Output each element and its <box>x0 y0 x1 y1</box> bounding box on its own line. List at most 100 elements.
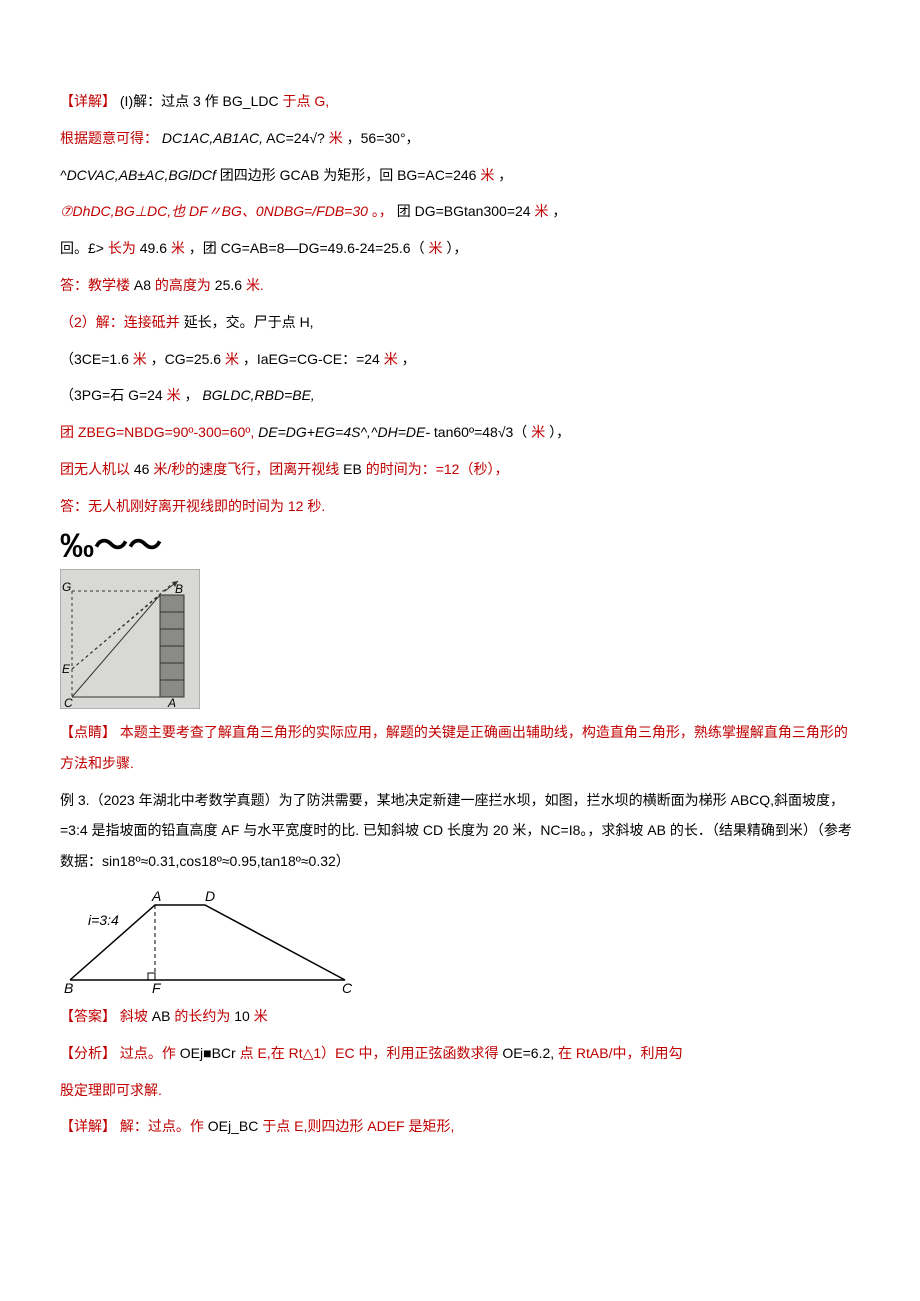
text: 的时间为：=12（秒）， <box>366 461 509 477</box>
text: BGLDC,RBD=BE, <box>202 387 314 403</box>
text: ， <box>498 167 512 183</box>
text: 于点 G, <box>282 93 329 109</box>
text: ）， <box>446 240 467 256</box>
text: ，56=30°， <box>347 130 420 146</box>
text: 团 ZBEG=NBDG=90º-300=60º, <box>60 424 254 440</box>
text: 米 <box>171 240 185 256</box>
text: 于点 E,则四边形 ADEF 是矩形, <box>262 1118 454 1134</box>
text: ^DCVAC,AB±AC,BGlDCf <box>60 167 216 183</box>
text: ⑦DhDC,BG⊥DC,也 DF〃BG、0NDBG=/FDB=30 <box>60 203 368 219</box>
text: 米 <box>329 130 343 146</box>
text: ， <box>185 387 199 403</box>
text: 团无人机以 <box>60 461 134 477</box>
label-E: E <box>62 662 71 676</box>
paragraph: （3CE=1.6 米 ，CG=25.6 米 ，IaEG=CG-CE：=24 米 … <box>60 344 860 375</box>
text: 10 <box>234 1008 250 1024</box>
paragraph-answer: 答：无人机刚好离开视线即的时间为 12 秒. <box>60 491 860 522</box>
text: 根据题意可得： <box>60 130 158 146</box>
paragraph: 答：教学楼 A8 的高度为 25.6 米. <box>60 270 860 301</box>
paragraph: 【详解】 (I)解：过点 3 作 BG_LDC 于点 G, <box>60 86 860 117</box>
label-G: G <box>62 580 71 594</box>
permille-symbol: ‰～～ <box>60 528 860 565</box>
text: ，团 CG=AB=8—DG=49.6-24=25.6（ <box>189 240 425 256</box>
label-B: B <box>64 980 73 995</box>
text: 米 <box>531 424 545 440</box>
text: 米 <box>167 387 181 403</box>
paragraph: 【分析】 过点。作 OEj■BCr 点 E,在 Rt△1）EC 中，利用正弦函数… <box>60 1038 860 1069</box>
text: 25.6 <box>215 277 242 293</box>
text: ，CG=25.6 <box>151 351 225 367</box>
text: (I)解：过点 3 作 BG_LDC <box>120 93 283 109</box>
text: 米 <box>384 351 398 367</box>
text: tan60º=48√3（ <box>434 424 527 440</box>
paragraph: 股定理即可求解. <box>60 1075 860 1106</box>
label-A: A <box>167 696 176 709</box>
text: 米 <box>133 351 147 367</box>
text: AC=24√? <box>266 130 325 146</box>
paragraph: （3PG=石 G=24 米 ， BGLDC,RBD=BE, <box>60 380 860 411</box>
text: 延长，交。尸于点 H, <box>184 314 314 330</box>
building-svg: G E C A B <box>60 569 200 709</box>
trapezoid-svg: i=3:4 A D B F C <box>60 885 360 995</box>
text: A8 <box>134 277 151 293</box>
text: 米 <box>534 203 548 219</box>
text: 点 E,在 Rt△1）EC 中，利用正弦函数求得 <box>240 1045 503 1061</box>
problem-statement: 例 3.（2023 年湖北中考数学真题）为了防洪需要，某地决定新建一座拦水坝，如… <box>60 785 860 877</box>
text: 斜坡 <box>120 1008 152 1024</box>
paragraph: ⑦DhDC,BG⊥DC,也 DF〃BG、0NDBG=/FDB=30 。， 团 D… <box>60 196 860 227</box>
text: 46 <box>134 461 150 477</box>
label-A: A <box>151 888 161 904</box>
paragraph: ^DCVAC,AB±AC,BGlDCf 团四边形 GCAB 为矩形，回 BG=A… <box>60 160 860 191</box>
label-F: F <box>152 980 162 995</box>
label-i: i=3:4 <box>88 912 119 928</box>
paragraph: 团无人机以 46 米/秒的速度飞行，团离开视线 EB 的时间为：=12（秒）， <box>60 454 860 485</box>
label-detail: 【详解】 <box>60 1118 116 1134</box>
text: EB <box>343 461 362 477</box>
label-C: C <box>64 696 73 709</box>
label-analysis: 【分析】 <box>60 1045 116 1061</box>
document-page: 【详解】 (I)解：过点 3 作 BG_LDC 于点 G, 根据题意可得： DC… <box>0 0 920 1188</box>
text: 本题主要考查了解直角三角形的实际应用，解题的关键是正确画出辅助线，构造直角三角形… <box>60 724 848 771</box>
text: 解：过点。作 <box>120 1118 208 1134</box>
paragraph: 团 ZBEG=NBDG=90º-300=60º, DE=DG+EG=4S^,^D… <box>60 417 860 448</box>
text: 回。£> <box>60 240 104 256</box>
text: 在 RtAB/中，利用勾 <box>558 1045 682 1061</box>
label-dianping: 【点睛】 <box>60 724 116 740</box>
label-D: D <box>205 888 215 904</box>
text: （2）解：连接砥并 <box>60 314 180 330</box>
text: 米 <box>428 240 442 256</box>
figure-trapezoid-diagram: i=3:4 A D B F C <box>60 885 360 995</box>
text: 49.6 <box>140 240 167 256</box>
text: ， <box>552 203 566 219</box>
text: 的长约为 <box>174 1008 234 1024</box>
text: DE=DG+EG=4S^,^DH=DE- <box>258 424 430 440</box>
text: 米 <box>225 351 239 367</box>
text: ）， <box>549 424 570 440</box>
text: 过点。作 <box>120 1045 180 1061</box>
text: OEj_BC <box>208 1118 259 1134</box>
label-detail: 【详解】 <box>60 93 116 109</box>
text: DC1AC,AB1AC, <box>162 130 263 146</box>
text: 米 <box>254 1008 268 1024</box>
paragraph: 根据题意可得： DC1AC,AB1AC, AC=24√? 米 ，56=30°， <box>60 123 860 154</box>
text: AB <box>152 1008 171 1024</box>
text: 长为 <box>108 240 140 256</box>
paragraph: （2）解：连接砥并 延长，交。尸于点 H, <box>60 307 860 338</box>
text: 的高度为 <box>155 277 215 293</box>
text: OE=6.2, <box>502 1045 554 1061</box>
figure-building-diagram: G E C A B <box>60 569 200 709</box>
paragraph: 【点睛】 本题主要考查了解直角三角形的实际应用，解题的关键是正确画出辅助线，构造… <box>60 717 860 779</box>
paragraph: 【详解】 解：过点。作 OEj_BC 于点 E,则四边形 ADEF 是矩形, <box>60 1111 860 1142</box>
label-B: B <box>175 582 183 596</box>
text: OEj■BCr <box>180 1045 236 1061</box>
text: 米. <box>246 277 264 293</box>
label-C: C <box>342 980 353 995</box>
text: 。， <box>372 203 393 219</box>
text: 团 DG=BGtan300=24 <box>397 203 531 219</box>
paragraph: 回。£> 长为 49.6 米 ，团 CG=AB=8—DG=49.6-24=25.… <box>60 233 860 264</box>
text: 答：教学楼 <box>60 277 134 293</box>
paragraph: 【答案】 斜坡 AB 的长约为 10 米 <box>60 1001 860 1032</box>
text: （3PG=石 G=24 <box>60 387 167 403</box>
label-answer: 【答案】 <box>60 1008 116 1024</box>
text: 米 <box>480 167 494 183</box>
